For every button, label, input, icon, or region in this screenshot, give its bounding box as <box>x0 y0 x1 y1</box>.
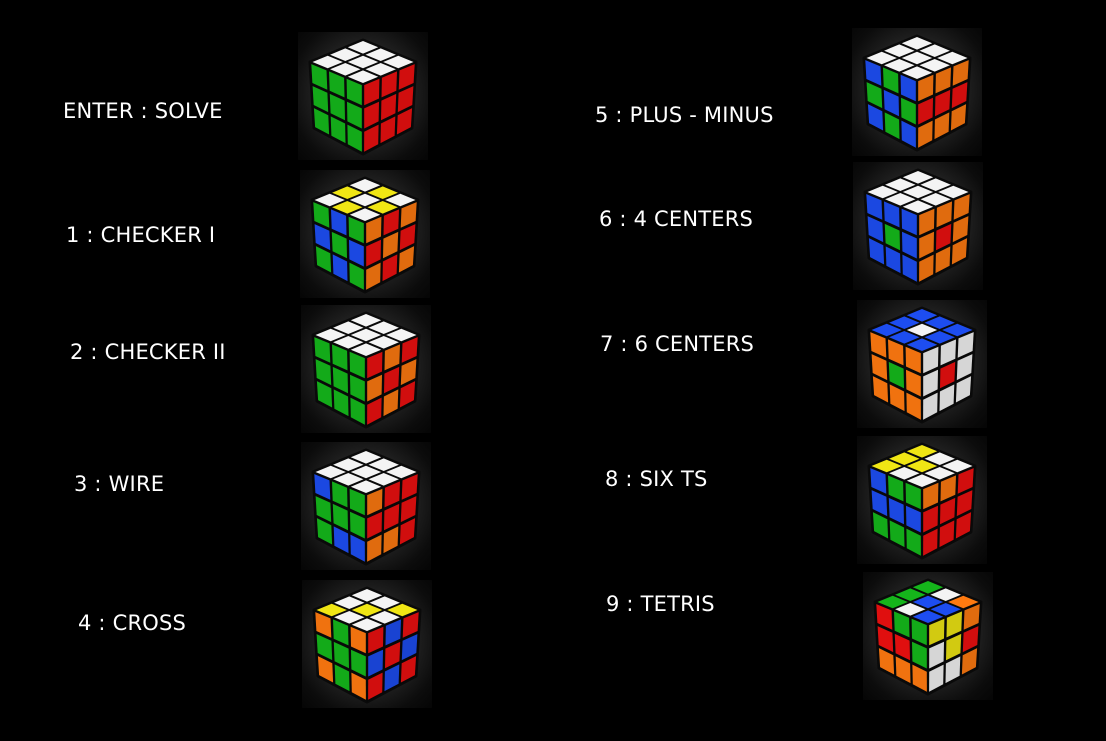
label-checker-2[interactable]: 2 : CHECKER II <box>70 342 226 363</box>
cube-svg <box>862 34 972 152</box>
cube-6-centers-image[interactable] <box>857 300 987 428</box>
cube-svg <box>311 311 421 429</box>
cube-checker-1-image[interactable] <box>300 170 430 298</box>
cube-svg <box>312 586 422 704</box>
cube-six-ts-image[interactable] <box>857 436 987 564</box>
cube-svg <box>873 578 983 696</box>
cube-plus-minus-image[interactable] <box>852 28 982 156</box>
cube-solve-image[interactable] <box>298 32 428 160</box>
label-wire[interactable]: 3 : WIRE <box>74 474 164 495</box>
label-6-centers[interactable]: 7 : 6 CENTERS <box>600 334 754 355</box>
cube-svg <box>867 442 977 560</box>
cube-tetris-image[interactable] <box>863 572 993 700</box>
label-checker-1[interactable]: 1 : CHECKER I <box>66 225 215 246</box>
label-4-centers[interactable]: 6 : 4 CENTERS <box>599 209 753 230</box>
cube-wire-image[interactable] <box>301 442 431 570</box>
label-cross[interactable]: 4 : CROSS <box>78 613 186 634</box>
cube-svg <box>867 306 977 424</box>
cube-svg <box>311 448 421 566</box>
label-solve[interactable]: ENTER : SOLVE <box>63 101 223 122</box>
label-six-ts[interactable]: 8 : SIX TS <box>605 469 708 490</box>
label-tetris[interactable]: 9 : TETRIS <box>606 594 715 615</box>
cube-svg <box>310 176 420 294</box>
label-plus-minus[interactable]: 5 : PLUS - MINUS <box>595 105 774 126</box>
cube-4-centers-image[interactable] <box>853 162 983 290</box>
cube-svg <box>308 38 418 156</box>
cube-svg <box>863 168 973 286</box>
cube-checker-2-image[interactable] <box>301 305 431 433</box>
cube-cross-image[interactable] <box>302 580 432 708</box>
